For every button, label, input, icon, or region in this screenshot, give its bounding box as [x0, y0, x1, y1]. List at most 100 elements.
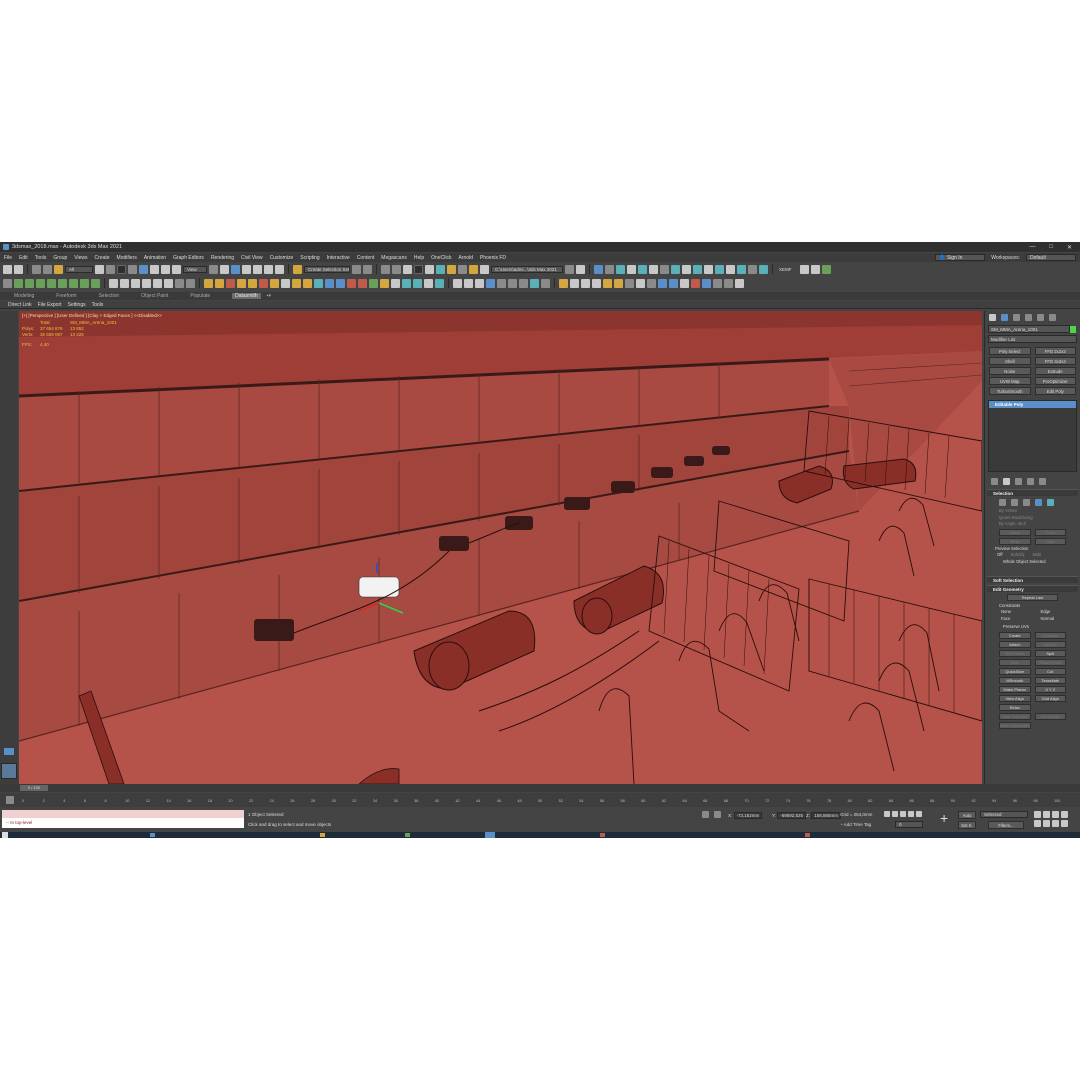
y-coordinate-field[interactable]: -69592,525	[777, 812, 807, 819]
soft-selection-rollout[interactable]: Soft Selection	[987, 575, 1078, 583]
vray-toolbar-icon-7[interactable]	[693, 264, 702, 274]
element-mode-icon[interactable]	[1047, 498, 1054, 506]
light-icon-14[interactable]	[702, 278, 711, 288]
vray-toolbar-icon-2[interactable]	[627, 264, 636, 274]
quickslice-button[interactable]: QuickSlice	[999, 667, 1031, 675]
stop-icon[interactable]	[131, 278, 140, 288]
viewport-layout-icon[interactable]	[4, 748, 14, 755]
menu-content[interactable]: Content	[357, 255, 375, 261]
menu-help[interactable]: Help	[414, 255, 424, 261]
keyboard-shortcut-icon[interactable]	[231, 264, 240, 274]
tools-button[interactable]: Tools	[92, 302, 104, 308]
polygon-mode-icon[interactable]	[1035, 498, 1042, 506]
ffd-3x3x3-button[interactable]: FFD 3x3x3	[1034, 357, 1076, 365]
detach-button[interactable]: Detach	[1034, 640, 1066, 648]
vray-toolbar-icon-13[interactable]	[759, 264, 768, 274]
phoenix-icon-9[interactable]	[292, 278, 301, 288]
split-button[interactable]: Split	[1034, 649, 1066, 657]
vray-sun-icon[interactable]	[638, 264, 647, 274]
phoenix-icon-4[interactable]	[237, 278, 246, 288]
arnold-icon-5[interactable]	[497, 278, 506, 288]
link-icon[interactable]	[32, 264, 41, 274]
relax-button[interactable]: Relax	[999, 703, 1031, 711]
tab-modeling[interactable]: Modeling	[14, 293, 34, 299]
zoom-extents-all-icon[interactable]	[1061, 811, 1068, 818]
arnold-icon-8[interactable]	[530, 278, 539, 288]
light-icon-15[interactable]	[713, 278, 722, 288]
ribbon-options-icon[interactable]: ▪▾	[267, 293, 271, 299]
material-editor-icon[interactable]	[436, 264, 445, 274]
layer-explorer-icon[interactable]	[392, 264, 401, 274]
edit-geometry-rollout[interactable]: Edit Geometry	[987, 584, 1078, 592]
vray-toolbar-icon-8[interactable]	[704, 264, 713, 274]
tab-datasmith[interactable]: Datasmith	[232, 293, 261, 299]
edit-named-selection-icon[interactable]	[293, 264, 302, 274]
vray-toolbar-icon-12[interactable]	[748, 264, 757, 274]
hierarchy-tab-icon[interactable]	[1013, 313, 1020, 321]
bind-space-warp-icon[interactable]	[54, 264, 63, 274]
maximize-viewport-icon[interactable]	[1061, 820, 1068, 827]
mirror-icon[interactable]	[352, 264, 361, 274]
tab-populate[interactable]: Populate	[190, 293, 210, 299]
menu-interactive[interactable]: Interactive	[327, 255, 350, 261]
phoenix-icon-19[interactable]	[402, 278, 411, 288]
light-icon-1[interactable]	[559, 278, 568, 288]
msmooth-button[interactable]: MSmooth	[999, 676, 1031, 684]
edge-mode-icon[interactable]	[1011, 498, 1018, 506]
menu-file[interactable]: File	[4, 255, 12, 261]
schematic-view-icon[interactable]	[425, 264, 434, 274]
menu-civil-view[interactable]: Civil View	[241, 255, 263, 261]
constraint-face-radio[interactable]: Face	[1001, 616, 1041, 623]
vertex-mode-icon[interactable]	[999, 498, 1006, 506]
ribbon-toggle-icon[interactable]	[403, 264, 412, 274]
pan-icon[interactable]	[1043, 820, 1050, 827]
attach-button[interactable]: Attach	[999, 640, 1031, 648]
menu-oneclick[interactable]: OneClick	[431, 255, 451, 261]
phoenix-icon-3[interactable]	[226, 278, 235, 288]
phoenix-icon-13[interactable]	[336, 278, 345, 288]
start-icon[interactable]	[2, 832, 8, 838]
next-frame-icon[interactable]	[908, 811, 914, 817]
taskbar-app-icon-2[interactable]	[320, 833, 325, 837]
go-to-end-icon[interactable]	[916, 811, 922, 817]
menu-group[interactable]: Group	[53, 255, 67, 261]
light-icon-2[interactable]	[570, 278, 579, 288]
view-align-button[interactable]: View Align	[999, 694, 1031, 702]
phoenix-icon-22[interactable]	[435, 278, 444, 288]
key-filters-button[interactable]: Filters...	[988, 821, 1024, 829]
maxscript-listener[interactable]: -- In top-level	[2, 810, 244, 830]
modifier-list-select[interactable]: Modifier List	[988, 335, 1077, 343]
zoom-all-icon[interactable]	[1043, 811, 1050, 818]
phoenix-icon-1[interactable]	[204, 278, 213, 288]
grow-button[interactable]: Grow	[1034, 528, 1066, 536]
shell-button[interactable]: Shell	[989, 357, 1031, 365]
pivot-center-icon[interactable]	[209, 264, 218, 274]
arnold-icon-4[interactable]	[486, 278, 495, 288]
zoom-icon[interactable]	[1034, 811, 1041, 818]
play-icon[interactable]	[109, 278, 118, 288]
render-production-icon[interactable]	[469, 264, 478, 274]
selection-filter-select[interactable]: All	[65, 265, 93, 273]
menu-modifiers[interactable]: Modifiers	[117, 255, 137, 261]
x-coordinate-field[interactable]: -73,162mm	[733, 812, 763, 819]
preview-multi-radio[interactable]: Multi	[1032, 552, 1041, 559]
place-icon[interactable]	[172, 264, 181, 274]
unlink-icon[interactable]	[43, 264, 52, 274]
collapse-button[interactable]: Collapse	[1034, 631, 1066, 639]
create-tab-icon[interactable]	[989, 313, 996, 321]
menu-arnold[interactable]: Arnold	[458, 255, 472, 261]
unhide-all-button[interactable]: Unhide All	[1034, 712, 1066, 720]
light-icon-3[interactable]	[581, 278, 590, 288]
select-object-icon[interactable]	[95, 264, 104, 274]
window-crossing-icon[interactable]	[128, 264, 137, 274]
constraint-normal-radio[interactable]: Normal	[1041, 616, 1080, 623]
phoenix-icon-17[interactable]	[380, 278, 389, 288]
loop-button[interactable]: Loop	[1034, 537, 1066, 545]
field-of-view-icon[interactable]	[1034, 820, 1041, 827]
taskbar-app-icon-3[interactable]	[405, 833, 410, 837]
snap-edge-icon[interactable]	[36, 278, 45, 288]
phoenix-icon-15[interactable]	[358, 278, 367, 288]
arnold-icon-7[interactable]	[519, 278, 528, 288]
toolbar-extra-icon-2[interactable]	[810, 264, 820, 274]
isolate-selection-icon[interactable]	[714, 811, 721, 818]
